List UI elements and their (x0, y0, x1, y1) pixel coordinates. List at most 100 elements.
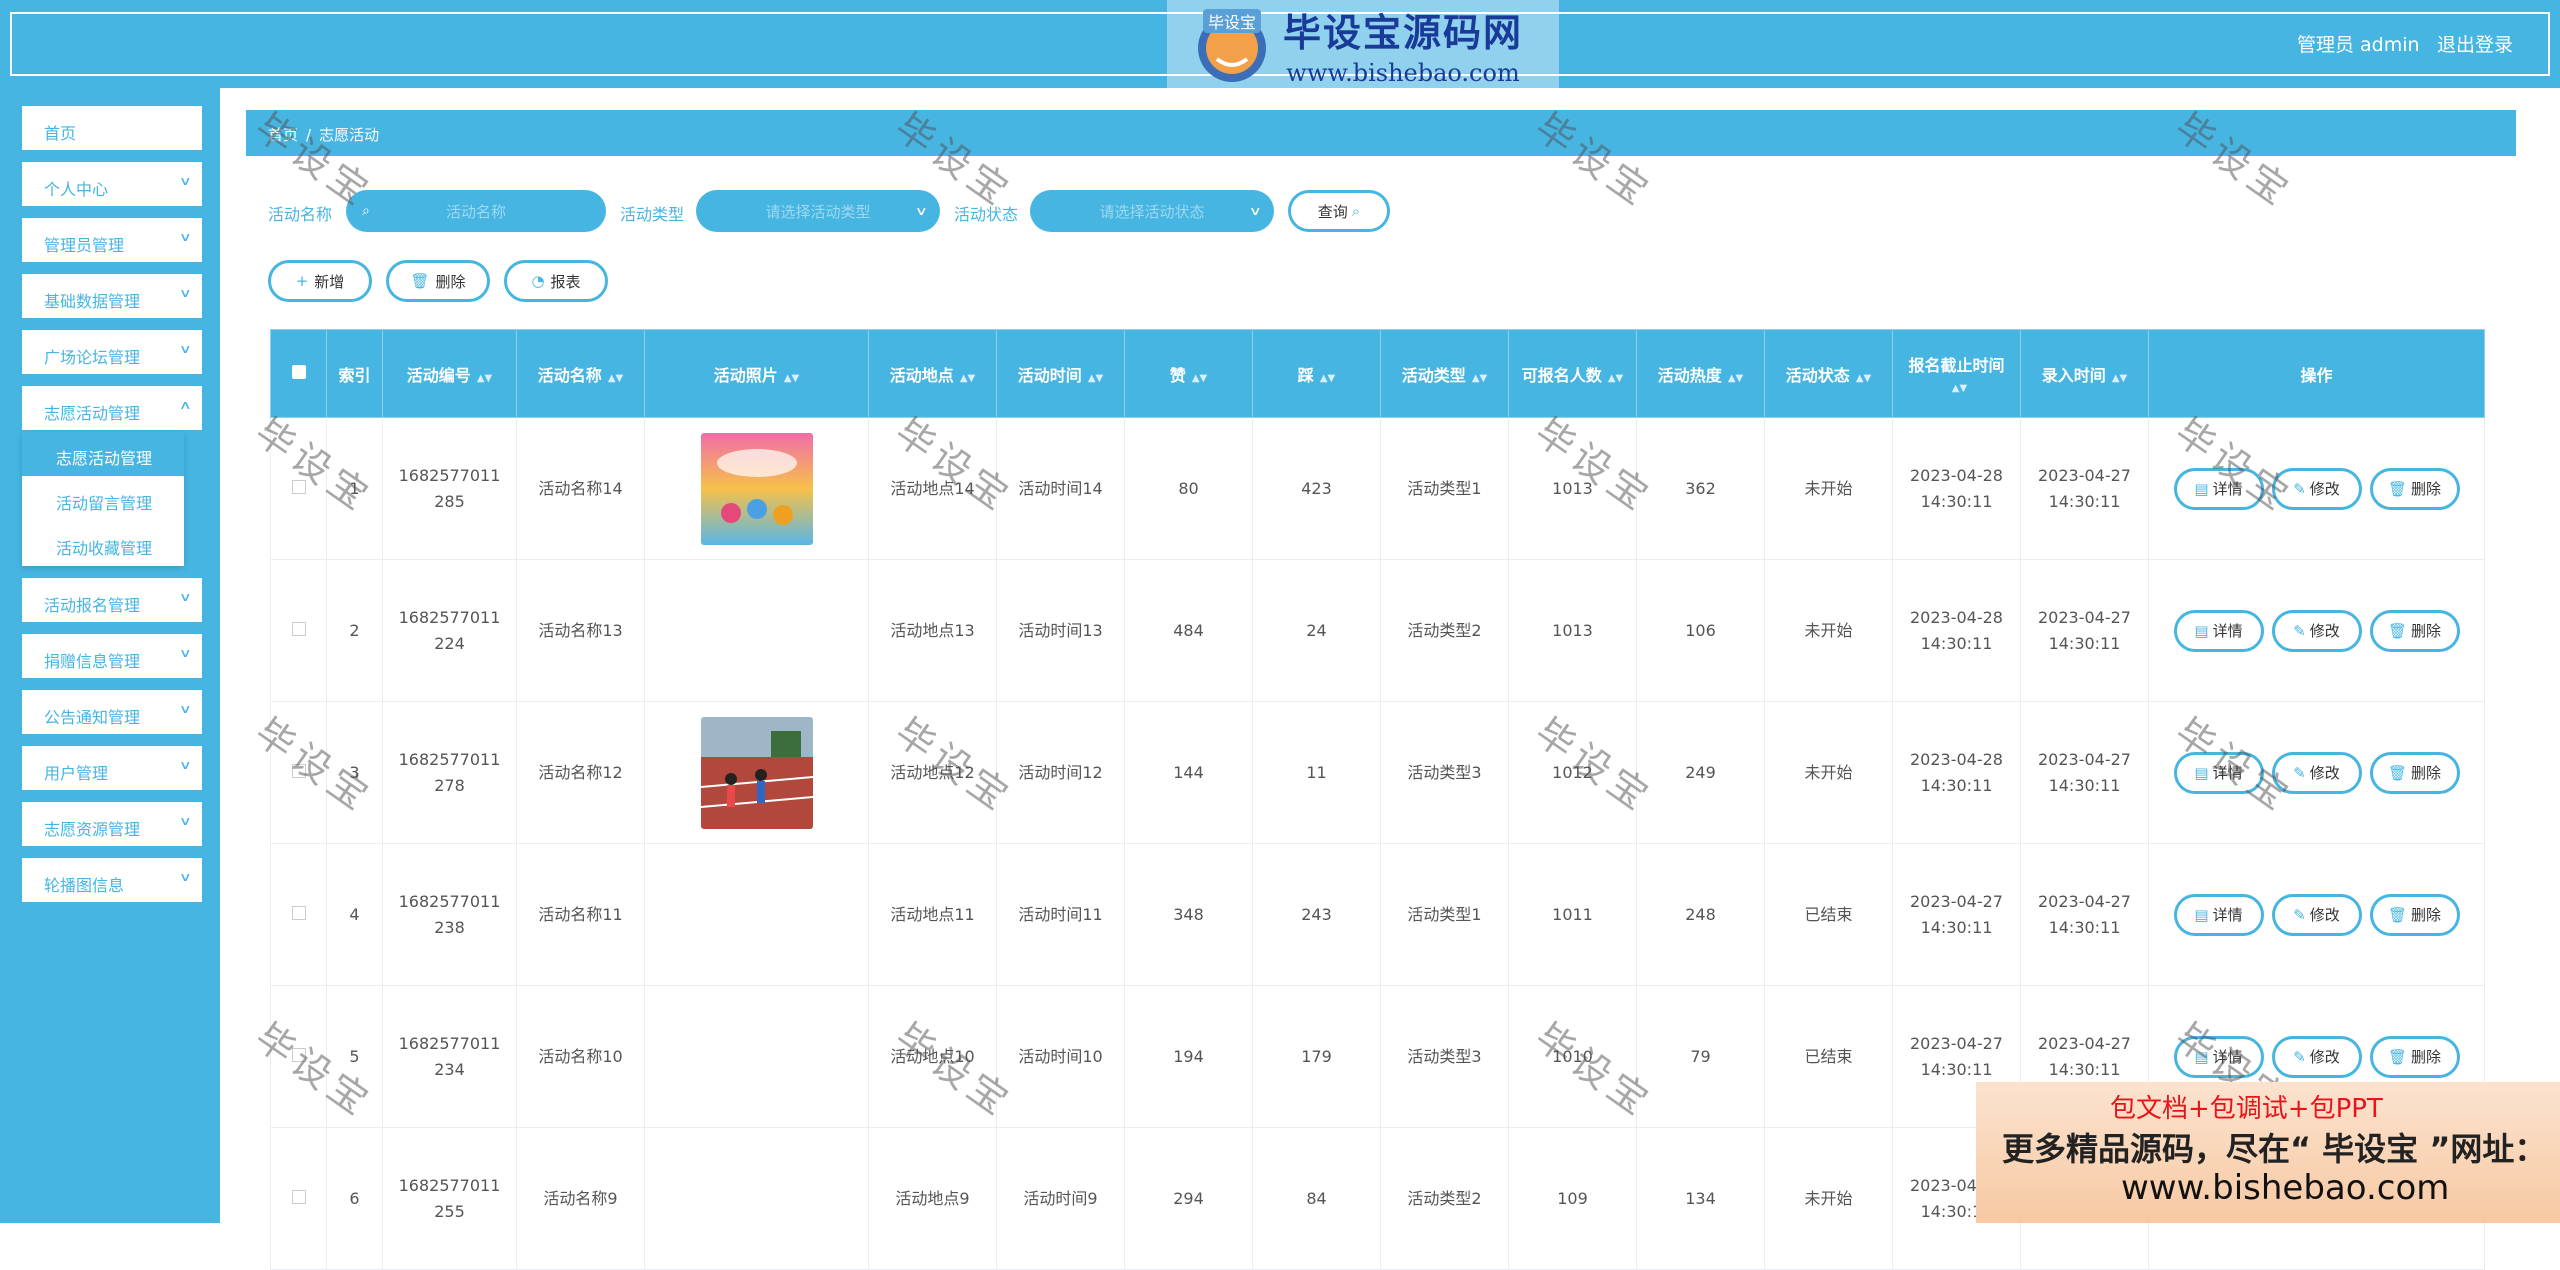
chevron-down-icon: ∨ (179, 174, 193, 188)
col-header[interactable]: 活动状态 ▲▼ (1764, 329, 1893, 418)
sort-icon: ▲▼ (1607, 372, 1624, 384)
delete-button[interactable]: 🗑删除 (2369, 751, 2460, 794)
col-header[interactable]: 可报名人数 ▲▼ (1508, 329, 1637, 418)
breadcrumb-home[interactable]: 首页 (268, 126, 298, 144)
search-name-input[interactable]: ⌕ 活动名称 (346, 190, 606, 232)
cell-quota: 1013 (1508, 559, 1637, 702)
cell-type: 活动类型3 (1380, 701, 1509, 844)
sidebar-item-home[interactable]: 首页 (22, 106, 202, 150)
trash-icon: 🗑 (2387, 621, 2408, 640)
sort-icon: ▲▼ (476, 372, 493, 384)
logout-link[interactable]: 退出登录 (2437, 30, 2513, 57)
col-header[interactable]: 活动编号 ▲▼ (382, 329, 517, 418)
col-header[interactable]: 活动热度 ▲▼ (1636, 329, 1765, 418)
sidebar-subitem-activity-manage[interactable]: 志愿活动管理 (22, 432, 184, 476)
document-icon: ▤ (2194, 763, 2209, 782)
row-checkbox[interactable] (270, 417, 327, 560)
sidebar-subitem-activity-comments[interactable]: 活动留言管理 (22, 477, 184, 521)
sidebar-item-label: 广场论坛管理 (44, 348, 141, 367)
row-checkbox[interactable] (270, 1127, 327, 1270)
edit-button[interactable]: ✎修改 (2271, 467, 2362, 510)
sidebar-item-resources[interactable]: 志愿资源管理 ∨ (22, 802, 202, 846)
sidebar-item-admin-manage[interactable]: 管理员管理 ∨ (22, 218, 202, 262)
select-all-checkbox[interactable] (270, 329, 327, 418)
sort-icon: ▲▼ (959, 372, 976, 384)
detail-button[interactable]: ▤详情 (2173, 1035, 2264, 1078)
detail-button[interactable]: ▤详情 (2173, 893, 2264, 936)
edit-button[interactable]: ✎修改 (2271, 1035, 2362, 1078)
col-header[interactable]: 报名截止时间 ▲▼ (1892, 329, 2021, 418)
add-button[interactable]: + 新增 (268, 260, 372, 302)
cell-place: 活动地点10 (868, 985, 997, 1128)
cell-time: 活动时间14 (996, 417, 1125, 560)
cell-deadline: 2023-04-28 14:30:11 (1892, 701, 2021, 844)
cell-dislike: 243 (1252, 843, 1381, 986)
svg-text:毕设宝: 毕设宝 (1208, 13, 1256, 32)
detail-button[interactable]: ▤详情 (2173, 467, 2264, 510)
cell-quota: 109 (1508, 1127, 1637, 1270)
cell-like: 144 (1124, 701, 1253, 844)
sidebar-item-registration[interactable]: 活动报名管理 ∨ (22, 578, 202, 622)
sort-icon: ▲▼ (2111, 372, 2128, 384)
top-bar: 毕设宝 毕设宝源码网 www.bishebao.com 管理员 admin 退出… (0, 0, 2560, 88)
col-header[interactable]: 活动名称 ▲▼ (516, 329, 645, 418)
trash-icon: 🗑 (2387, 905, 2408, 924)
delete-button[interactable]: 🗑删除 (2369, 1035, 2460, 1078)
delete-button[interactable]: 🗑删除 (2369, 467, 2460, 510)
delete-button[interactable]: 🗑删除 (2369, 609, 2460, 652)
detail-button[interactable]: ▤详情 (2173, 751, 2264, 794)
col-header[interactable]: 活动地点 ▲▼ (868, 329, 997, 418)
cell-actions: ▤详情✎修改🗑删除 (2148, 417, 2485, 560)
activity-photo-track (700, 716, 813, 829)
col-header[interactable]: 活动类型 ▲▼ (1380, 329, 1509, 418)
cell-place: 活动地点11 (868, 843, 997, 986)
sidebar-item-users[interactable]: 用户管理 ∨ (22, 746, 202, 790)
col-header[interactable]: 赞 ▲▼ (1124, 329, 1253, 418)
cell-name: 活动名称14 (516, 417, 645, 560)
query-button[interactable]: 查询 ⌕ (1288, 190, 1390, 232)
pencil-icon: ✎ (2293, 763, 2306, 782)
sidebar-item-forum[interactable]: 广场论坛管理 ∨ (22, 330, 202, 374)
batch-delete-label: 删除 (435, 272, 466, 291)
cell-dislike: 24 (1252, 559, 1381, 702)
cell-actions: ▤详情✎修改🗑删除 (2148, 559, 2485, 702)
edit-button[interactable]: ✎修改 (2271, 751, 2362, 794)
sidebar-item-donation[interactable]: 捐赠信息管理 ∨ (22, 634, 202, 678)
sidebar-subitem-activity-favorites[interactable]: 活动收藏管理 (22, 522, 184, 566)
sidebar-item-carousel[interactable]: 轮播图信息 ∨ (22, 858, 202, 902)
sidebar-item-volunteer-activity[interactable]: 志愿活动管理 ∧ (22, 386, 202, 430)
chevron-down-icon: ∨ (179, 702, 193, 716)
detail-button[interactable]: ▤详情 (2173, 609, 2264, 652)
edit-button[interactable]: ✎修改 (2271, 609, 2362, 652)
search-type-select[interactable]: 请选择活动类型 ∨ (696, 190, 940, 232)
cell-code: 1682577011238 (382, 843, 517, 986)
row-checkbox[interactable] (270, 701, 327, 844)
row-checkbox[interactable] (270, 843, 327, 986)
promo-banner[interactable]: 包文档+包调试+包PPT 更多精品源码，尽在“ 毕设宝 ”网址： www.bis… (1976, 1082, 2560, 1223)
search-status-select[interactable]: 请选择活动状态 ∨ (1030, 190, 1274, 232)
row-checkbox[interactable] (270, 985, 327, 1128)
sidebar-item-basic-data[interactable]: 基础数据管理 ∨ (22, 274, 202, 318)
report-button-label: 报表 (550, 272, 581, 291)
col-header[interactable]: 录入时间 ▲▼ (2020, 329, 2149, 418)
col-header[interactable]: 活动照片 ▲▼ (644, 329, 869, 418)
cell-heat: 106 (1636, 559, 1765, 702)
cell-deadline: 2023-04-28 14:30:11 (1892, 417, 2021, 560)
sort-icon: ▲▼ (1471, 372, 1488, 384)
row-checkbox[interactable] (270, 559, 327, 702)
sidebar-item-notice[interactable]: 公告通知管理 ∨ (22, 690, 202, 734)
cell-name: 活动名称10 (516, 985, 645, 1128)
col-header[interactable]: 踩 ▲▼ (1252, 329, 1381, 418)
batch-delete-button[interactable]: 🗑 删除 (386, 260, 490, 302)
report-button[interactable]: ◔ 报表 (504, 260, 608, 302)
document-icon: ▤ (2194, 479, 2209, 498)
delete-button[interactable]: 🗑删除 (2369, 893, 2460, 936)
search-type-label: 活动类型 (620, 205, 685, 224)
cell-type: 活动类型3 (1380, 985, 1509, 1128)
col-header[interactable]: 活动时间 ▲▼ (996, 329, 1125, 418)
chevron-down-icon: ∨ (179, 590, 193, 604)
sidebar-item-personal-center[interactable]: 个人中心 ∨ (22, 162, 202, 206)
sort-icon: ▲▼ (1087, 372, 1104, 384)
edit-button[interactable]: ✎修改 (2271, 893, 2362, 936)
promo-url: www.bishebao.com (2121, 1168, 2450, 1208)
